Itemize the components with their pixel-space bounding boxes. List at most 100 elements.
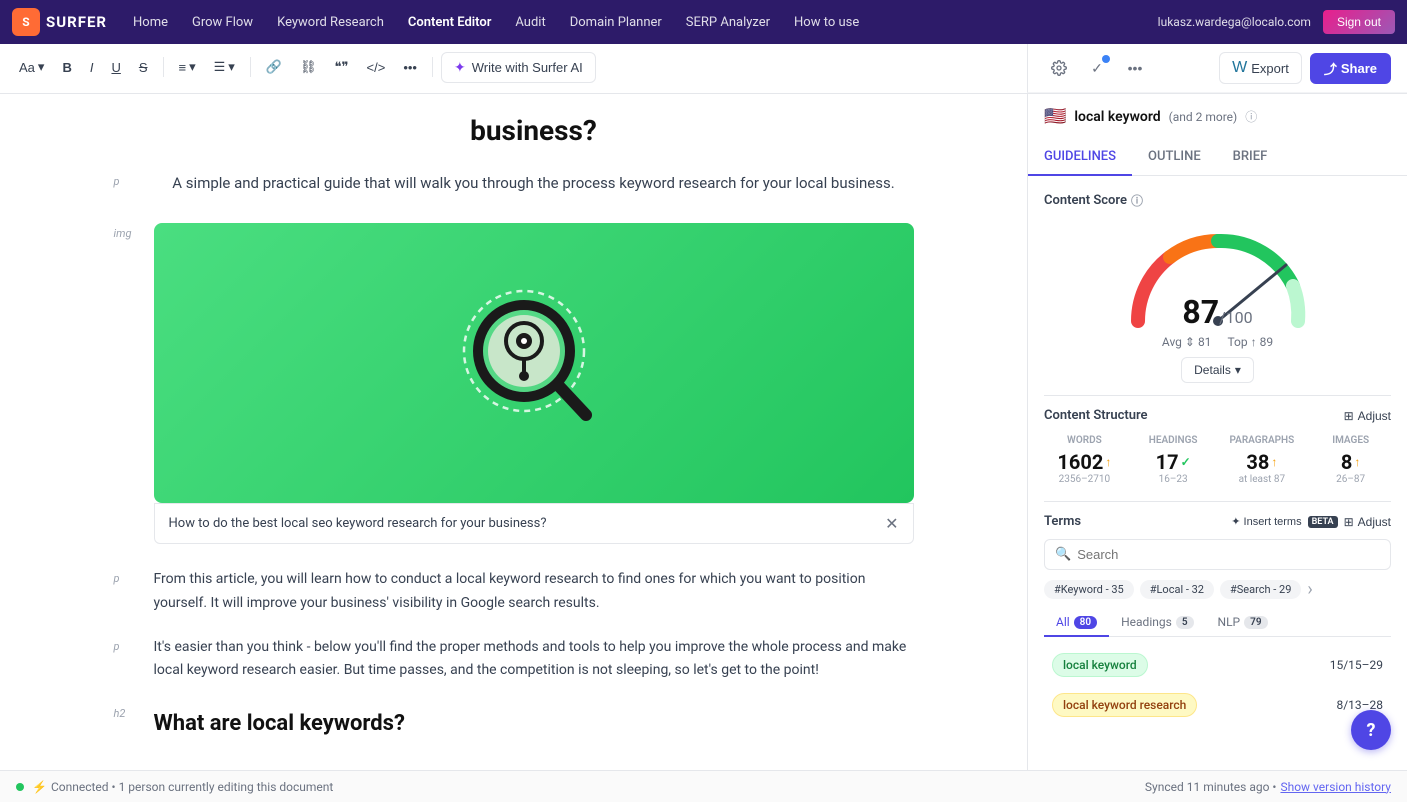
list-button[interactable]: ☰▾: [207, 55, 242, 79]
image-row: img: [114, 223, 914, 560]
sparkle-icon: ✦: [1231, 515, 1240, 528]
gauge-score: 87/100: [1182, 293, 1252, 331]
font-family-button[interactable]: Aa ▾: [12, 55, 51, 79]
toolbar-divider-3: [432, 57, 433, 77]
images-arrow-up-icon: ↑: [1354, 455, 1360, 469]
tag-search[interactable]: #Search - 29: [1220, 580, 1301, 599]
link-button[interactable]: 🔗: [259, 55, 289, 79]
logo-text: SURFER: [46, 13, 107, 31]
logo[interactable]: S SURFER: [12, 8, 107, 36]
notification-dot: [1102, 55, 1110, 63]
avg-stat: Avg ⇕ 81: [1162, 335, 1212, 349]
terms-tab-nlp[interactable]: NLP 79: [1206, 609, 1280, 637]
help-button[interactable]: ?: [1351, 710, 1391, 750]
insert-terms-button[interactable]: ✦ Insert terms: [1231, 515, 1301, 528]
top-navigation: S SURFER Home Grow Flow Keyword Research…: [0, 0, 1407, 44]
more-button[interactable]: •••: [396, 56, 424, 79]
content-score-info-icon[interactable]: ⓘ: [1131, 192, 1143, 209]
words-value: 1602 ↑: [1044, 450, 1125, 474]
terms-tab-all[interactable]: All 80: [1044, 609, 1109, 637]
adjust2-icon: ⊞: [1344, 515, 1354, 529]
subtitle-content[interactable]: A simple and practical guide that will w…: [154, 171, 914, 215]
tags-more-icon[interactable]: ›: [1307, 581, 1312, 599]
nav-grow-flow[interactable]: Grow Flow: [182, 9, 263, 36]
check-icon-wrap: ✓: [1082, 53, 1112, 83]
term-item-local-keyword[interactable]: local keyword 15/15–29: [1044, 647, 1391, 683]
strikethrough-button[interactable]: S: [132, 56, 155, 79]
editor-content: business? p A simple and practical guide…: [114, 114, 914, 736]
gauge-stats: Avg ⇕ 81 Top ↑ 89: [1162, 335, 1273, 349]
panel-tabs: GUIDELINES OUTLINE BRIEF: [1028, 139, 1407, 176]
content-structure-label: Content Structure: [1044, 408, 1148, 423]
toolbar-divider-2: [250, 57, 251, 77]
p2-content[interactable]: It's easier than you think - below you'l…: [154, 636, 914, 696]
nav-how-to-use[interactable]: How to use: [784, 9, 869, 36]
nav-content-editor[interactable]: Content Editor: [398, 9, 502, 36]
link2-button[interactable]: ⛓: [293, 55, 324, 79]
headings-label: HEADINGS: [1133, 435, 1214, 446]
nav-home[interactable]: Home: [123, 9, 178, 36]
search-box[interactable]: 🔍: [1044, 539, 1391, 570]
text-align-button[interactable]: ≡▾: [172, 55, 203, 79]
tab-outline[interactable]: OUTLINE: [1132, 139, 1217, 176]
headings-badge: 5: [1176, 616, 1194, 629]
export-button[interactable]: W Export: [1219, 52, 1302, 84]
h2-content[interactable]: What are local keywords?: [154, 703, 914, 736]
search-input[interactable]: [1077, 547, 1380, 562]
details-button[interactable]: Details ▾: [1181, 357, 1254, 383]
nav-domain-planner[interactable]: Domain Planner: [560, 9, 672, 36]
term-pill-local-keyword[interactable]: local keyword: [1052, 653, 1148, 677]
terms-tab-headings[interactable]: Headings 5: [1109, 609, 1205, 637]
tag-local[interactable]: #Local - 32: [1140, 580, 1214, 599]
terms-tabs: All 80 Headings 5 NLP 79: [1044, 609, 1391, 637]
code-button[interactable]: </>: [360, 56, 393, 79]
bold-button[interactable]: B: [55, 56, 78, 79]
settings-button[interactable]: [1044, 53, 1074, 83]
quote-button[interactable]: ❝❞: [328, 55, 356, 79]
adjust-button[interactable]: ⊞ Adjust: [1344, 409, 1391, 423]
panel-header: 🇺🇸 local keyword (and 2 more) ⓘ: [1028, 94, 1407, 139]
nav-serp-analyzer[interactable]: SERP Analyzer: [676, 9, 780, 36]
avg-symbol: ⇕: [1185, 335, 1198, 349]
nav-audit[interactable]: Audit: [505, 9, 555, 36]
images-cell: IMAGES 8 ↑ 26–87: [1310, 435, 1391, 485]
headings-value: 17 ✓: [1133, 450, 1214, 474]
terms-adjust-button[interactable]: ⊞ Adjust: [1344, 515, 1391, 529]
nav-keyword-research[interactable]: Keyword Research: [267, 9, 394, 36]
tab-brief[interactable]: BRIEF: [1217, 139, 1284, 176]
write-with-surfer-button[interactable]: ✦ Write with Surfer AI: [441, 52, 596, 83]
show-history-link[interactable]: Show version history: [1280, 780, 1391, 794]
chevron-down-icon: ▾: [228, 59, 235, 75]
page-title: business?: [154, 114, 914, 147]
score-number: 87: [1182, 293, 1219, 331]
p1-content[interactable]: From this article, you will learn how to…: [154, 568, 914, 628]
paragraphs-arrow-up-icon: ↑: [1271, 455, 1277, 469]
info-icon[interactable]: ⓘ: [1245, 108, 1257, 125]
logo-icon: S: [12, 8, 40, 36]
content-score-section: Content Score ⓘ: [1044, 192, 1391, 209]
tab-guidelines[interactable]: GUIDELINES: [1028, 139, 1132, 176]
words-arrow-up-icon: ↑: [1105, 455, 1111, 469]
divider-1: [1044, 395, 1391, 396]
underline-button[interactable]: U: [104, 56, 127, 79]
term-pill-local-keyword-research[interactable]: local keyword research: [1052, 693, 1197, 717]
synced-text: Synced 11 minutes ago •: [1145, 780, 1277, 794]
editor-area[interactable]: business? p A simple and practical guide…: [0, 94, 1027, 770]
magnifier-illustration: [434, 263, 634, 463]
tag-row: #Keyword - 35 #Local - 32 #Search - 29 ›: [1044, 580, 1391, 599]
image-caption-text: How to do the best local seo keyword res…: [169, 516, 547, 531]
signout-button[interactable]: Sign out: [1323, 10, 1395, 34]
status-bar: ⚡ Connected • 1 person currently editing…: [0, 770, 1407, 802]
title-content[interactable]: business?: [154, 114, 914, 163]
search-icon: 🔍: [1055, 547, 1071, 562]
term-item-local-keyword-research[interactable]: local keyword research 8/13–28: [1044, 687, 1391, 723]
tag-keyword[interactable]: #Keyword - 35: [1044, 580, 1134, 599]
keyword-row: 🇺🇸 local keyword (and 2 more) ⓘ: [1044, 106, 1391, 127]
paragraphs-label: PARAGRAPHS: [1222, 435, 1303, 446]
panel-more-button[interactable]: •••: [1120, 53, 1150, 83]
close-icon[interactable]: ✕: [885, 514, 898, 533]
share-button[interactable]: ⤴ Share: [1310, 53, 1391, 84]
italic-button[interactable]: I: [83, 56, 101, 79]
structure-grid: WORDS 1602 ↑ 2356–2710 HEADINGS 17 ✓ 16–…: [1044, 435, 1391, 485]
h2-row: h2 What are local keywords?: [114, 703, 914, 736]
